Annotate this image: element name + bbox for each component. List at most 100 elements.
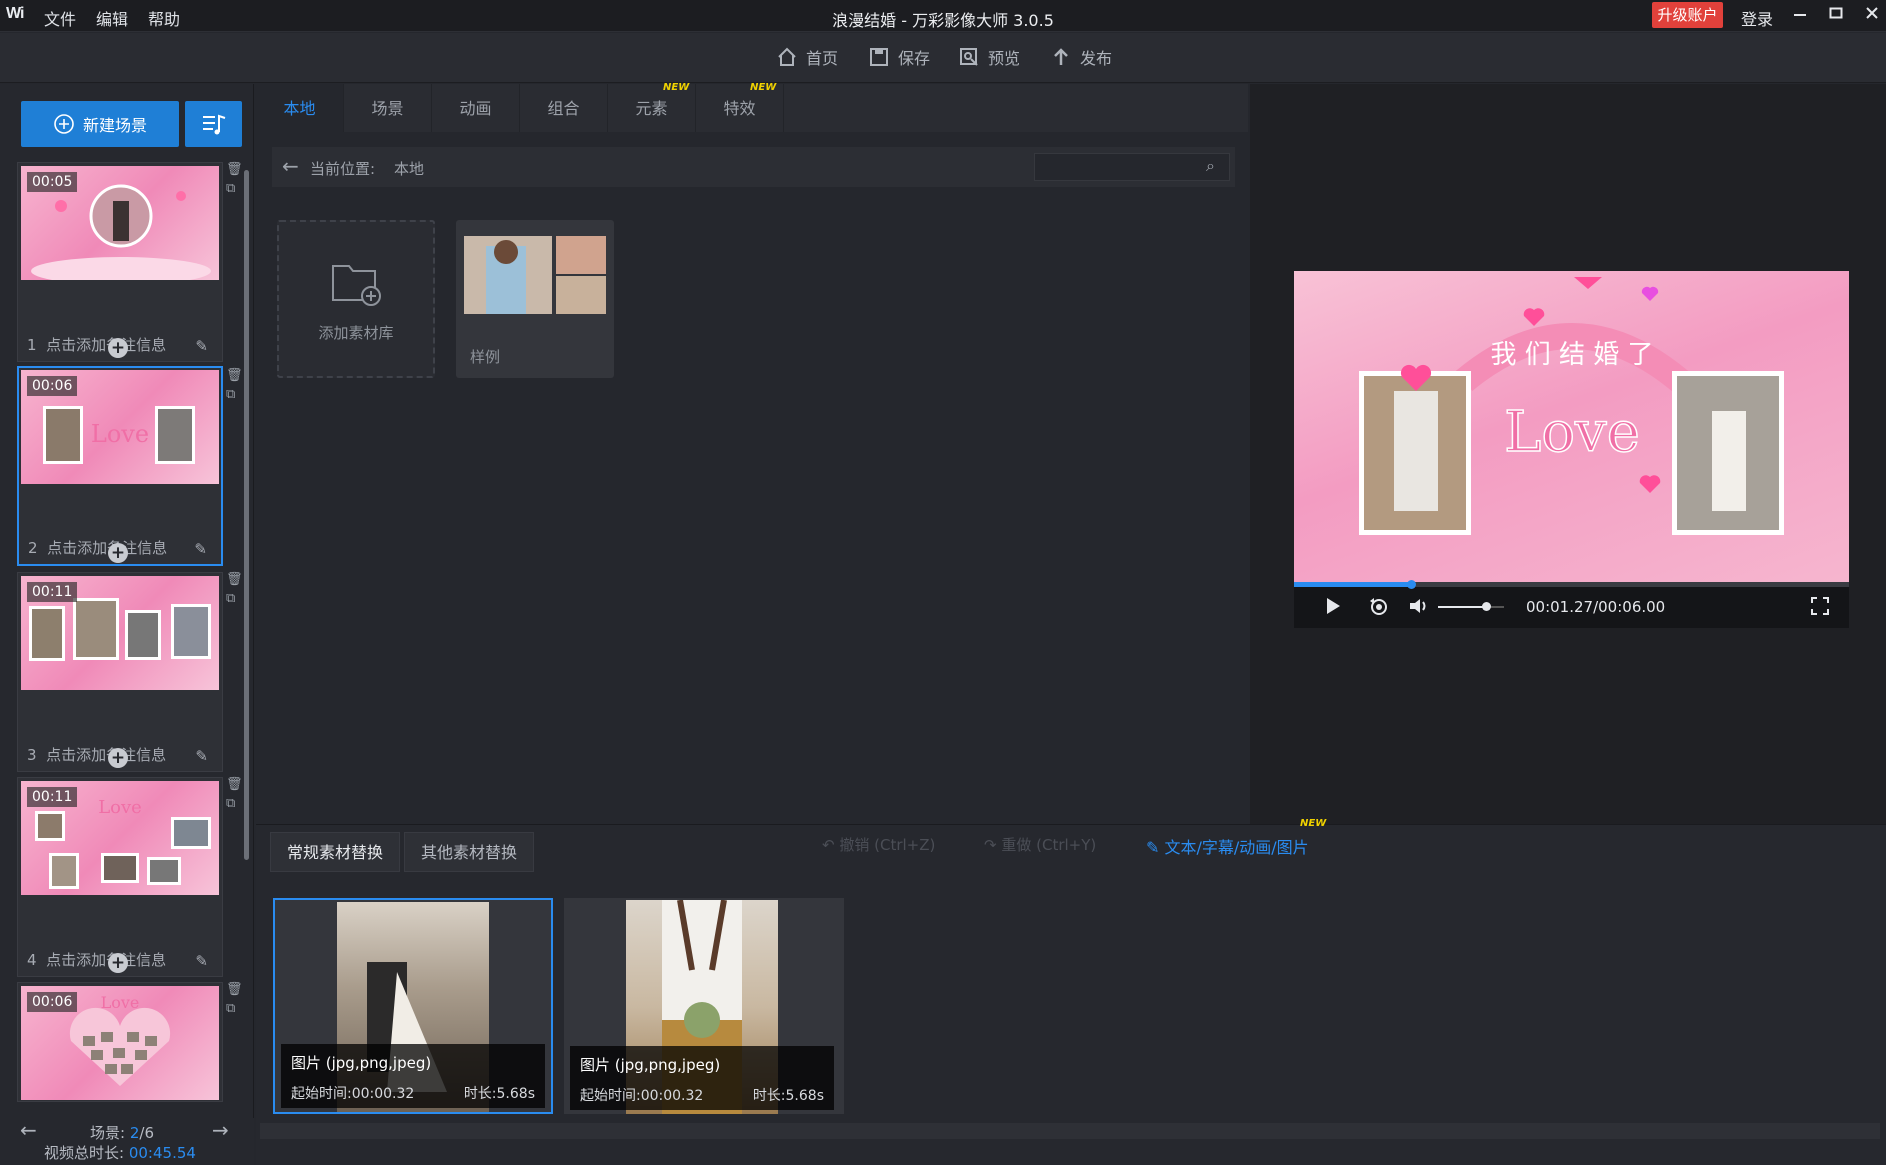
scene-card[interactable]: 00:05 1 点击添加备注信息 ✎ <box>17 162 223 362</box>
replace-item-selected[interactable]: 图片 (jpg,png,jpeg) 起始时间:00:00.32 时长:5.68s <box>273 898 553 1114</box>
library-panel <box>256 84 1248 824</box>
scene-duration: 00:05 <box>27 172 78 192</box>
play-icon[interactable] <box>1324 596 1342 620</box>
scene-duration: 00:06 <box>27 992 78 1012</box>
volume-handle[interactable] <box>1481 602 1491 611</box>
preview-label: 预览 <box>988 49 1021 68</box>
tab-regular-replace[interactable]: 常规素材替换 <box>270 832 401 872</box>
add-scene-icon[interactable]: + <box>108 543 128 563</box>
video-frame: 我 们 结 婚 了 Love <box>1359 277 1784 535</box>
item-caption: 图片 (jpg,png,jpeg) 起始时间:00:00.32 时长:5.68s <box>570 1046 834 1110</box>
add-scene-icon[interactable]: + <box>108 953 128 973</box>
home-icon <box>778 47 796 66</box>
scene-actions[interactable]: 🗑 ⧉ <box>226 980 243 1018</box>
scene-card[interactable]: Love 00:06 <box>17 982 223 1102</box>
plus-circle-icon <box>54 114 74 134</box>
add-scene-icon[interactable]: + <box>108 338 128 358</box>
tab-animation[interactable]: 动画 <box>432 84 520 132</box>
close-icon[interactable] <box>1862 4 1882 25</box>
copy-icon: ⧉ <box>226 796 236 811</box>
new-badge: NEW <box>1300 818 1327 829</box>
edit-note-icon[interactable]: ✎ <box>195 337 208 355</box>
svg-text:Love: Love <box>91 420 149 448</box>
new-scene-button[interactable]: 新建场景 <box>21 101 179 147</box>
item-duration: 时长:5.68s <box>463 1086 535 1102</box>
add-scene-icon[interactable]: + <box>108 748 128 768</box>
new-badge: NEW <box>663 82 690 93</box>
save-button[interactable]: 保存 <box>868 45 930 69</box>
prev-scene-icon[interactable]: ← <box>20 1118 37 1142</box>
preview-button[interactable]: 预览 <box>958 45 1020 69</box>
replay-icon[interactable] <box>1368 596 1390 620</box>
scene-note[interactable]: 2 点击添加备注信息 <box>28 537 167 558</box>
scene-thumbnail: 00:11 <box>21 576 219 690</box>
copy-icon: ⧉ <box>226 387 236 402</box>
scene-note[interactable]: 3 点击添加备注信息 <box>27 744 166 765</box>
sample-folder[interactable]: 样例 <box>456 220 614 378</box>
minimize-icon[interactable] <box>1790 4 1810 25</box>
scene-note[interactable]: 4 点击添加备注信息 <box>27 949 166 970</box>
path-value: 本地 <box>394 160 425 178</box>
scene-actions[interactable]: 🗑 ⧉ <box>226 775 243 813</box>
volume-fill <box>1438 606 1486 608</box>
publish-label: 发布 <box>1080 49 1113 68</box>
preview-icon <box>960 48 978 66</box>
text-edit-button[interactable]: ✎ 文本/字幕/动画/图片 <box>1146 834 1309 858</box>
item-caption: 图片 (jpg,png,jpeg) 起始时间:00:00.32 时长:5.68s <box>281 1044 545 1108</box>
scene-actions[interactable]: 🗑 ⧉ <box>226 160 243 198</box>
publish-button[interactable]: 发布 <box>1050 45 1112 69</box>
edit-note-icon[interactable]: ✎ <box>195 747 208 765</box>
volume-icon[interactable] <box>1408 596 1430 620</box>
delete-icon: 🗑 <box>226 368 243 383</box>
time-display: 00:01.27/00:06.00 <box>1526 598 1666 616</box>
home-button[interactable]: 首页 <box>776 45 838 69</box>
copy-icon: ⧉ <box>226 1001 236 1016</box>
horizontal-scrollbar[interactable] <box>260 1123 1880 1139</box>
search-input[interactable] <box>1034 153 1230 181</box>
tab-scene[interactable]: 场景 <box>344 84 432 132</box>
edit-note-icon[interactable]: ✎ <box>194 540 207 558</box>
scene-navigator: ← → 场景: 2/6 视频总时长: 00:45.54 <box>0 1118 254 1165</box>
delete-icon: 🗑 <box>226 777 243 792</box>
title-bar: Wi 文件 编辑 帮助 浪漫结婚 - 万彩影像大师 3.0.5 升级账户 登录 <box>0 0 1886 32</box>
music-list-icon <box>202 114 225 135</box>
banner-text: 我 们 结 婚 了 <box>1490 340 1653 370</box>
scene-card-selected[interactable]: Love 00:06 2 点击添加备注信息 ✎ <box>17 366 223 566</box>
search-icon[interactable]: ⌕ <box>1206 156 1215 176</box>
item-type: 图片 (jpg,png,jpeg) <box>291 1054 432 1072</box>
delete-icon: 🗑 <box>226 982 243 997</box>
scene-duration: 00:11 <box>27 787 78 807</box>
progress-handle[interactable] <box>1406 580 1416 589</box>
replace-item[interactable]: 图片 (jpg,png,jpeg) 起始时间:00:00.32 时长:5.68s <box>564 898 844 1114</box>
total-duration: 视频总时长: 00:45.54 <box>44 1144 196 1162</box>
redo-button[interactable]: ↷ 重做 (Ctrl+Y) <box>984 834 1096 855</box>
tab-combination[interactable]: 组合 <box>520 84 608 132</box>
maximize-icon[interactable] <box>1826 4 1846 25</box>
scene-note[interactable]: 1 点击添加备注信息 <box>27 334 166 355</box>
scene-card[interactable]: Love 00:11 4 点击添加备注信息 ✎ <box>17 777 223 977</box>
love-text: Love <box>1504 400 1640 465</box>
edit-note-icon[interactable]: ✎ <box>195 952 208 970</box>
tab-local[interactable]: 本地 <box>256 84 344 132</box>
scene-thumbnail: Love 00:06 <box>21 986 219 1100</box>
music-button[interactable] <box>185 101 242 147</box>
window-title: 浪漫结婚 - 万彩影像大师 3.0.5 <box>832 11 1054 30</box>
scene-card[interactable]: 00:11 3 点击添加备注信息 ✎ <box>17 572 223 772</box>
item-start: 起始时间:00:00.32 <box>291 1086 415 1102</box>
fullscreen-icon[interactable] <box>1810 596 1830 620</box>
item-duration: 时长:5.68s <box>752 1088 824 1104</box>
back-arrow-icon[interactable]: ← <box>282 154 299 178</box>
login-link[interactable]: 登录 <box>1741 6 1773 30</box>
scene-thumbnail: Love 00:06 <box>21 370 219 484</box>
scene-actions[interactable]: 🗑 ⧉ <box>226 366 243 404</box>
video-preview[interactable]: 我 们 结 婚 了 Love <box>1294 271 1849 586</box>
upgrade-account-button[interactable]: 升级账户 <box>1652 2 1723 28</box>
tab-other-replace[interactable]: 其他素材替换 <box>404 832 535 872</box>
next-scene-icon[interactable]: → <box>212 1118 229 1142</box>
sample-label: 样例 <box>470 348 501 366</box>
add-library-card[interactable]: 添加素材库 <box>277 220 435 378</box>
item-type: 图片 (jpg,png,jpeg) <box>580 1056 721 1074</box>
undo-button[interactable]: ↶ 撤销 (Ctrl+Z) <box>822 834 935 855</box>
scene-actions[interactable]: 🗑 ⧉ <box>226 570 243 608</box>
scene-scrollbar[interactable] <box>244 170 249 860</box>
